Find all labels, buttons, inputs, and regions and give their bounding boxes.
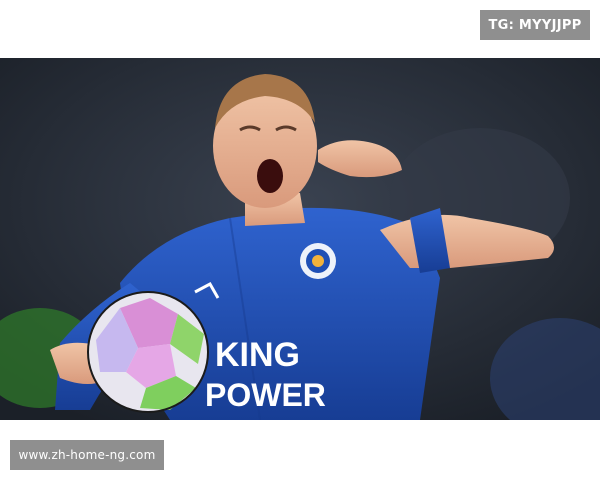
watermark-tag-badge: TG: MYYJJPP — [480, 10, 590, 40]
shirt-sponsor-line2: POWER — [205, 377, 326, 413]
open-mouth — [257, 159, 283, 193]
football — [87, 291, 209, 413]
watermark-url-badge: www.zh-home-ng.com — [10, 440, 164, 470]
shirt-sponsor-line1: KING — [215, 336, 300, 374]
player-photo: KING POWER — [0, 58, 600, 420]
